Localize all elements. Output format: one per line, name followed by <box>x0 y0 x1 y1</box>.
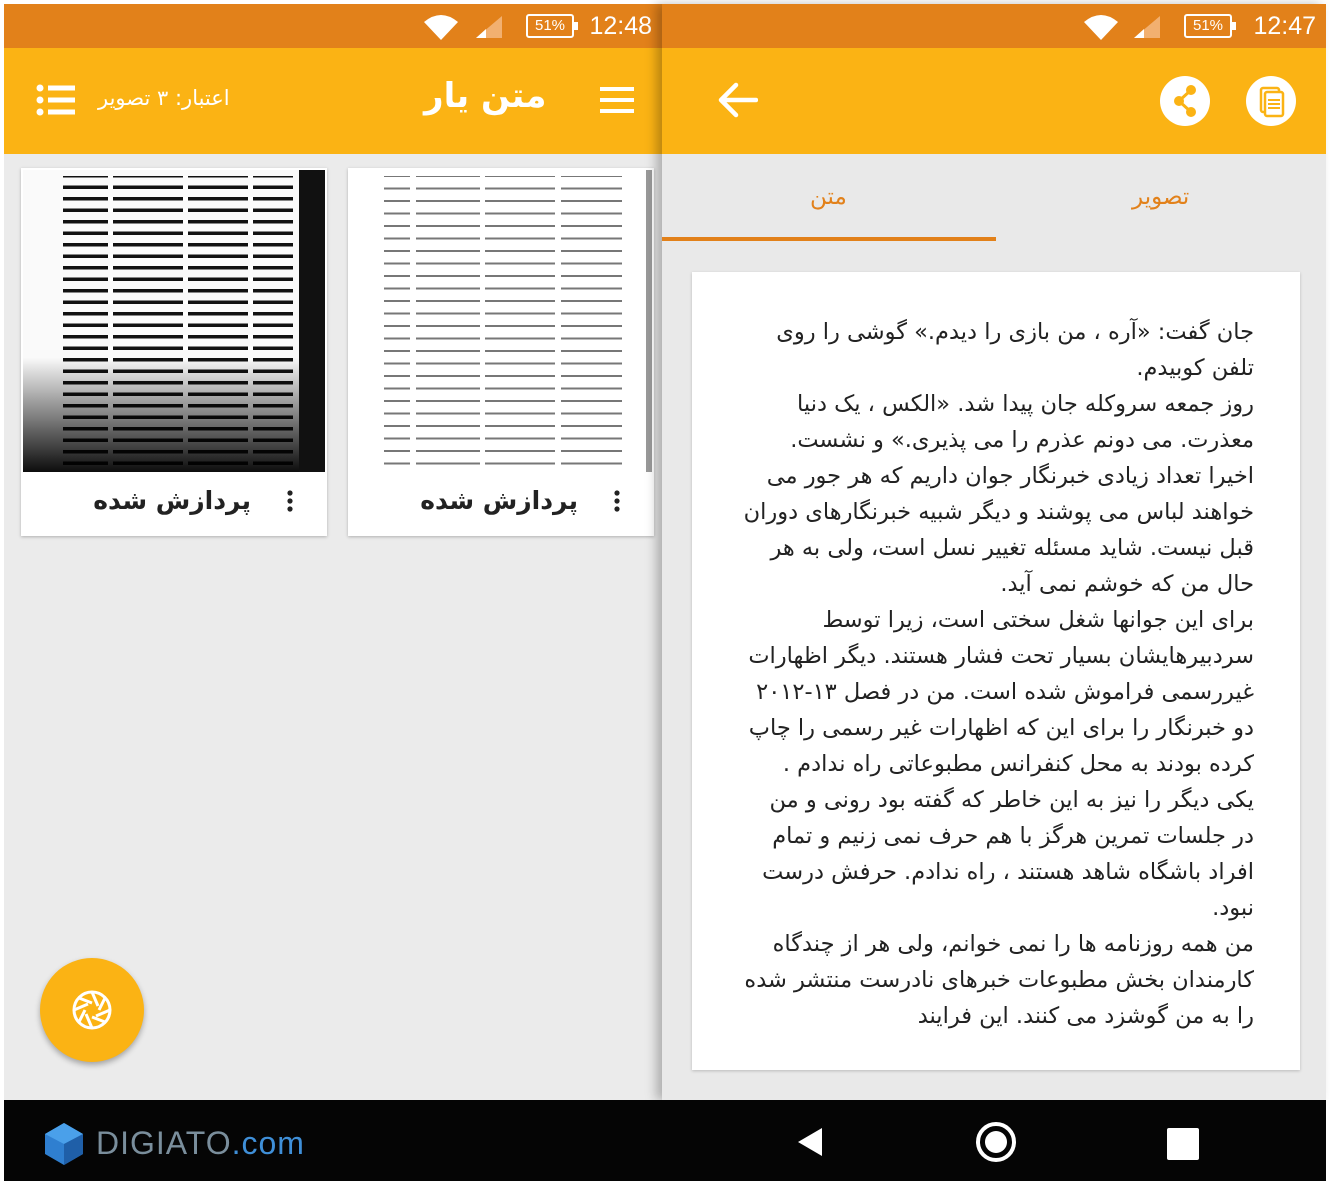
card-status-label: پردازش شده <box>93 486 251 515</box>
signal-icon <box>1134 16 1160 38</box>
status-time: 12:48 <box>589 12 652 40</box>
watermark-tld: .com <box>231 1125 305 1161</box>
more-vert-icon[interactable] <box>614 490 620 512</box>
status-bar: 51% 12:48 <box>4 4 662 48</box>
scan-thumbnail <box>23 170 325 472</box>
nav-back-icon[interactable] <box>796 1126 824 1158</box>
document-icon <box>1259 86 1285 118</box>
battery-icon: 51% <box>526 14 578 38</box>
document-button[interactable] <box>1246 76 1296 126</box>
nav-recent-icon[interactable] <box>1167 1128 1199 1160</box>
card-status-label: پردازش شده <box>420 486 578 515</box>
right-screen: 51% 12:47 تصویر متن جان گفت: «آره ، من ب… <box>662 4 1326 1100</box>
battery-icon: 51% <box>1184 14 1236 38</box>
watermark-main: DIGIATO <box>96 1125 232 1161</box>
camera-shutter-icon <box>72 990 112 1030</box>
ocr-text-card: جان گفت: «آره ، من بازی را دیدم.» گوشی ر… <box>692 272 1300 1070</box>
app-bar <box>662 48 1326 154</box>
app-title: متن یار <box>424 76 547 116</box>
share-button[interactable] <box>1160 76 1210 126</box>
menu-icon[interactable] <box>600 86 634 114</box>
navigation-bar: DIGIATO.com <box>4 1100 1326 1181</box>
scan-thumbnail <box>350 170 652 472</box>
tab-text[interactable]: متن <box>810 184 847 210</box>
status-bar: 51% 12:47 <box>662 4 1326 48</box>
watermark-text: DIGIATO.com <box>96 1125 305 1162</box>
scan-card[interactable]: پردازش شده <box>21 168 327 536</box>
scan-card[interactable]: پردازش شده <box>348 168 654 536</box>
ocr-text[interactable]: جان گفت: «آره ، من بازی را دیدم.» گوشی ر… <box>742 314 1254 1034</box>
tab-image[interactable]: تصویر <box>1132 184 1189 210</box>
nav-home-icon[interactable] <box>976 1122 1016 1162</box>
digiato-logo <box>45 1123 83 1165</box>
left-screen: 51% 12:48 اعتبار: ۳ تصویر متن یار پردازش… <box>4 4 662 1100</box>
more-vert-icon[interactable] <box>287 490 293 512</box>
app-bar: اعتبار: ۳ تصویر متن یار <box>4 48 662 154</box>
wifi-icon <box>424 15 458 40</box>
signal-icon <box>476 16 502 38</box>
list-icon[interactable] <box>36 84 76 116</box>
wifi-icon <box>1084 15 1118 40</box>
status-time: 12:47 <box>1253 12 1316 40</box>
back-arrow-icon[interactable] <box>718 82 758 118</box>
share-icon <box>1174 85 1196 117</box>
camera-button[interactable] <box>40 958 144 1062</box>
tab-indicator <box>662 237 996 241</box>
credit-count: اعتبار: ۳ تصویر <box>98 86 230 110</box>
